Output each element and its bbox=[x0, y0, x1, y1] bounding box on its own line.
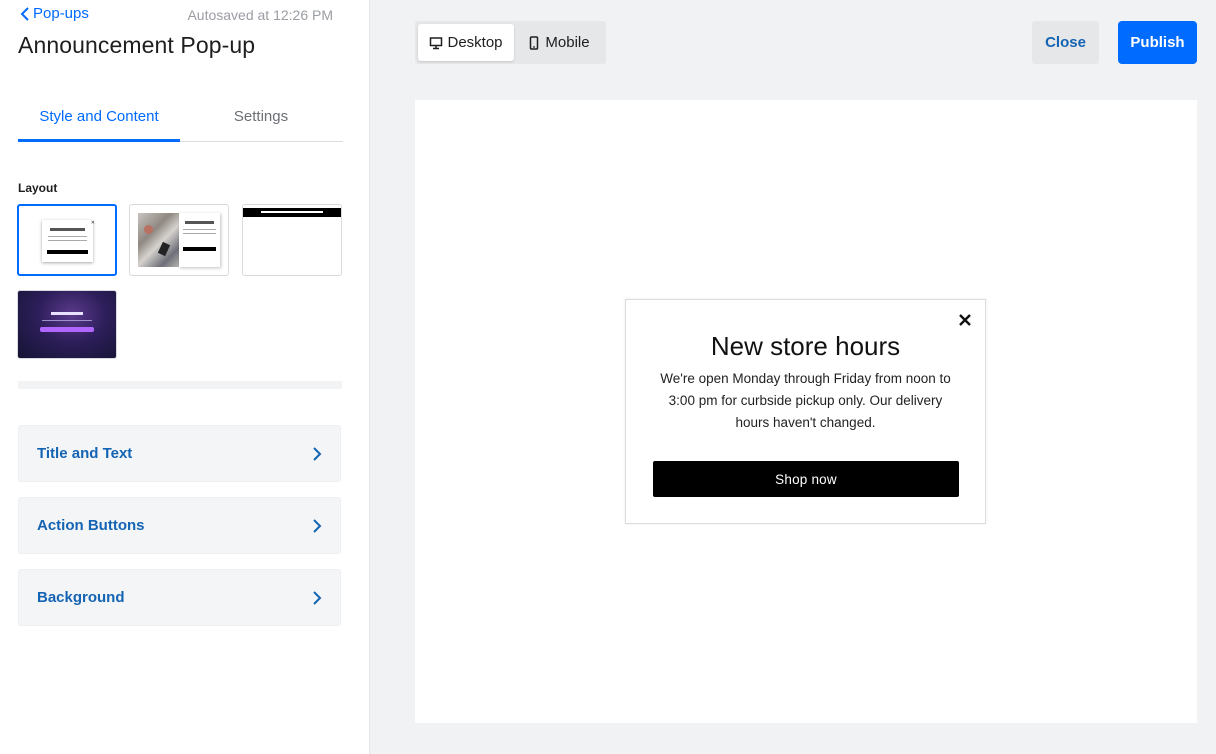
preview-area: Desktop Mobile Close Publish New store h… bbox=[385, 0, 1216, 754]
close-icon[interactable] bbox=[957, 312, 973, 328]
layout-thumb-card bbox=[42, 220, 93, 262]
section-action-buttons[interactable]: Action Buttons bbox=[18, 497, 341, 554]
desktop-toggle-button[interactable]: Desktop bbox=[418, 24, 514, 61]
chevron-right-icon bbox=[313, 518, 322, 533]
mobile-toggle-button[interactable]: Mobile bbox=[514, 24, 603, 61]
layout-label: Layout bbox=[18, 181, 58, 195]
layout-option-image-split[interactable] bbox=[129, 204, 229, 276]
device-toggle: Desktop Mobile bbox=[415, 21, 606, 64]
page-title: Announcement Pop-up bbox=[18, 32, 256, 58]
section-label: Background bbox=[37, 589, 125, 606]
desktop-label: Desktop bbox=[447, 34, 503, 51]
close-button[interactable]: Close bbox=[1032, 21, 1099, 64]
tab-settings[interactable]: Settings bbox=[180, 98, 342, 141]
section-label: Action Buttons bbox=[37, 517, 145, 534]
chevron-right-icon bbox=[313, 446, 322, 461]
tab-style-and-content[interactable]: Style and Content bbox=[18, 98, 180, 142]
editor-sidebar: Pop-ups Autosaved at 12:26 PM Announceme… bbox=[0, 0, 370, 754]
layout-thumb-pane bbox=[179, 213, 220, 267]
section-divider bbox=[18, 381, 342, 389]
editor-tabs: Style and Content Settings bbox=[18, 98, 343, 142]
section-title-and-text[interactable]: Title and Text bbox=[18, 425, 341, 482]
popup-title: New store hours bbox=[710, 331, 901, 361]
chevron-right-icon bbox=[313, 590, 322, 605]
section-label: Title and Text bbox=[37, 445, 133, 462]
chevron-left-icon bbox=[20, 6, 29, 21]
autosave-status: Autosaved at 12:26 PM bbox=[187, 7, 333, 23]
thumb-close-icon: ✕ bbox=[90, 220, 95, 226]
popup-body: We're open Monday through Friday from no… bbox=[660, 371, 951, 430]
back-link[interactable]: Pop-ups bbox=[20, 5, 89, 22]
mobile-icon bbox=[530, 35, 539, 50]
layout-option-banner[interactable] bbox=[242, 204, 342, 276]
back-link-label: Pop-ups bbox=[33, 5, 89, 22]
section-background[interactable]: Background bbox=[18, 569, 341, 626]
layout-thumb-banner bbox=[243, 208, 341, 217]
layout-option-full-background[interactable] bbox=[17, 290, 117, 359]
mobile-label: Mobile bbox=[545, 34, 590, 51]
desktop-icon bbox=[430, 36, 443, 49]
layout-thumb-photo bbox=[138, 213, 179, 267]
announcement-popup: New store hours We're open Monday throug… bbox=[625, 299, 986, 524]
shop-now-button[interactable]: Shop now bbox=[653, 461, 959, 497]
layout-option-centered[interactable]: ✕ bbox=[17, 204, 117, 276]
publish-button[interactable]: Publish bbox=[1118, 21, 1197, 64]
preview-canvas: New store hours We're open Monday throug… bbox=[415, 100, 1197, 723]
